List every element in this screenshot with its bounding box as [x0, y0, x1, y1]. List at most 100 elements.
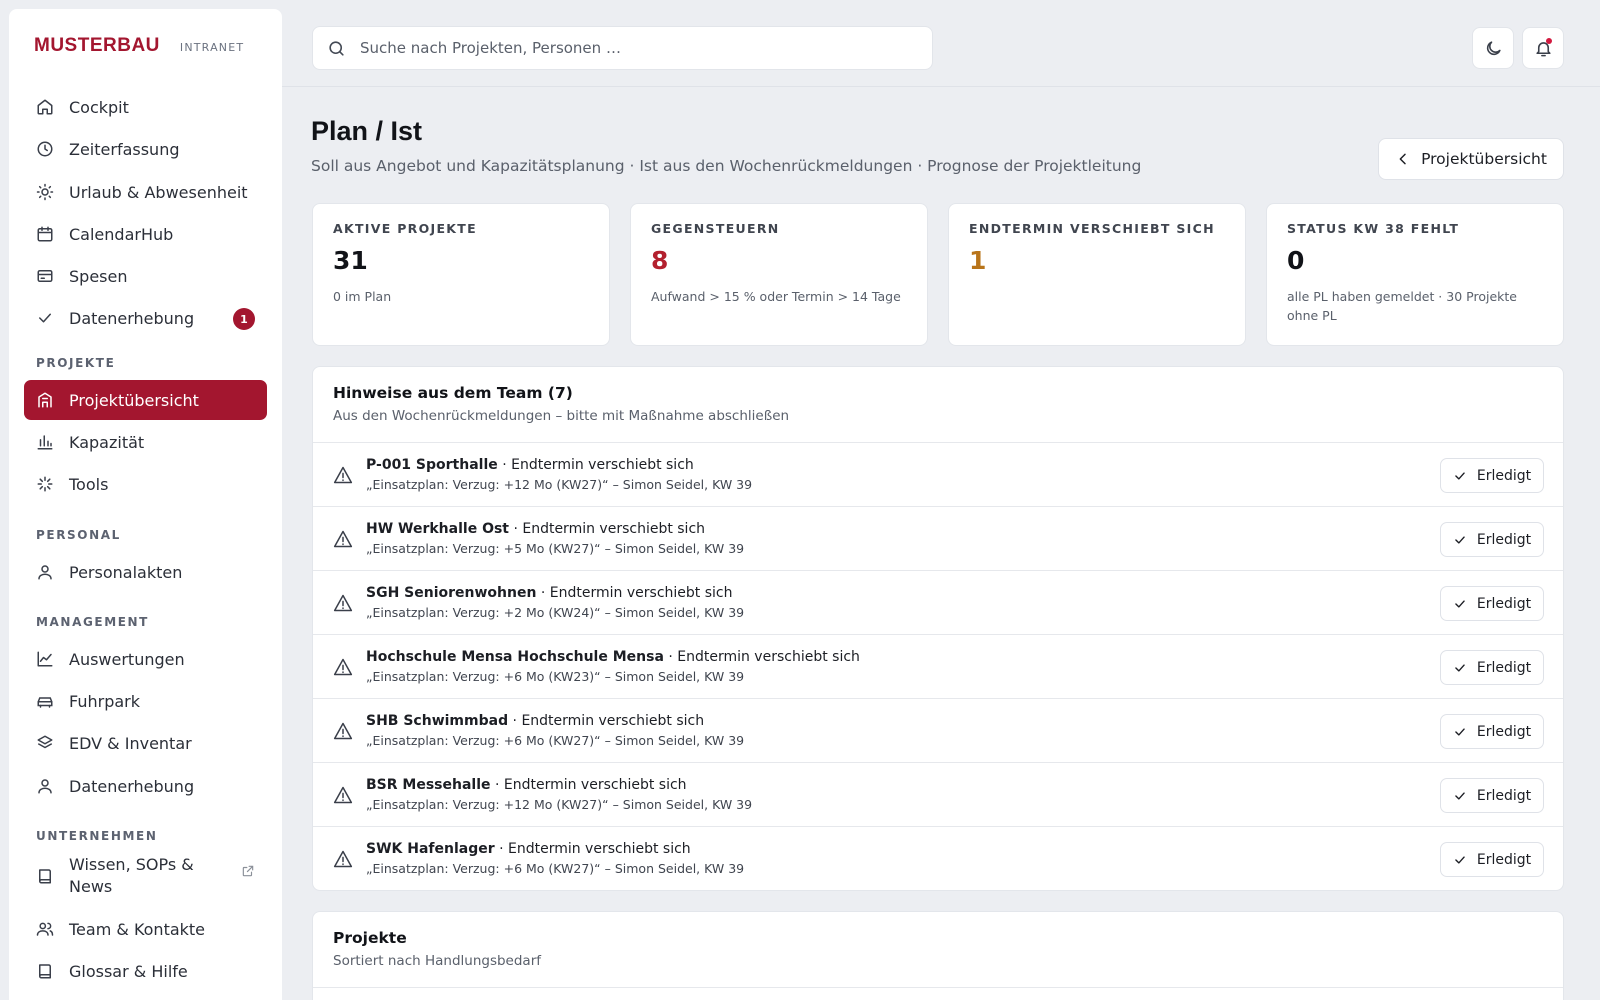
hint-note: „Einsatzplan: Verzug: +2 Mo (KW24)“ – Si…: [366, 605, 745, 620]
sidebar-item-label: Personalakten: [69, 562, 183, 582]
car-icon: [36, 692, 54, 710]
brand[interactable]: MUSTERBAU INTRANET: [34, 35, 244, 57]
sidebar-item-spesen[interactable]: Spesen: [24, 256, 267, 296]
notification-badge: 1: [233, 308, 255, 330]
sidebar-item-wissen[interactable]: Wissen, SOPs & News: [24, 850, 267, 902]
moon-icon: [1484, 39, 1503, 58]
done-button-label: Erledigt: [1476, 787, 1532, 804]
sidebar-item-label: Spesen: [69, 266, 128, 286]
sidebar-item-glossar[interactable]: Glossar & Hilfe: [24, 951, 267, 991]
done-button[interactable]: Erledigt: [1440, 586, 1544, 621]
sidebar-item-label: Wissen, SOPs & News: [69, 855, 194, 896]
warning-icon: [333, 721, 353, 741]
sidebar-item-label: CalendarHub: [69, 224, 174, 244]
home-icon: [36, 98, 54, 116]
projects-panel: Projekte Sortiert nach Handlungsbedarf: [312, 911, 1564, 1000]
done-button[interactable]: Erledigt: [1440, 522, 1544, 557]
user-icon: [36, 777, 54, 795]
hint-headline: SWK Hafenlager · Endtermin verschiebt si…: [366, 841, 691, 857]
sidebar-item-projektuebersicht[interactable]: Projektübersicht: [24, 380, 267, 420]
sidebar-item-datenerhebung[interactable]: Datenerhebung 1: [24, 298, 267, 338]
divider: [313, 987, 1563, 988]
warning-icon: [333, 785, 353, 805]
list-item: SGH Seniorenwohnen · Endtermin verschieb…: [313, 570, 1563, 634]
sidebar-item-tools[interactable]: Tools: [24, 464, 267, 504]
sidebar-item-cockpit[interactable]: Cockpit: [24, 87, 267, 127]
brand-tag: INTRANET: [179, 41, 245, 54]
search-icon: [327, 39, 346, 58]
team-hints-panel: Hinweise aus dem Team (7) Aus den Wochen…: [312, 366, 1564, 891]
kpi-value: 31: [333, 246, 368, 275]
list-item: BSR Messehalle · Endtermin verschiebt si…: [313, 762, 1563, 826]
hint-project[interactable]: SWK Hafenlager: [366, 841, 495, 857]
list-item: SHB Schwimmbad · Endtermin verschiebt si…: [313, 698, 1563, 762]
warning-icon: [333, 465, 353, 485]
list-item: SWK Hafenlager · Endtermin verschiebt si…: [313, 826, 1563, 890]
theme-toggle-button[interactable]: [1472, 27, 1514, 69]
sun-icon: [36, 183, 54, 201]
warning-icon: [333, 657, 353, 677]
sidebar-item-auswertungen[interactable]: Auswertungen: [24, 639, 267, 679]
hint-note: „Einsatzplan: Verzug: +5 Mo (KW27)“ – Si…: [366, 541, 745, 556]
hint-note: „Einsatzplan: Verzug: +6 Mo (KW23)“ – Si…: [366, 669, 745, 684]
hint-project[interactable]: SGH Seniorenwohnen: [366, 585, 536, 601]
kpi-value: 1: [969, 246, 987, 275]
sidebar-item-label: Tools: [69, 474, 109, 494]
user-icon: [36, 563, 54, 581]
check-icon: [36, 309, 54, 327]
kpi-note: Aufwand > 15 % oder Termin > 14 Tage: [651, 289, 901, 304]
notifications-button[interactable]: [1522, 27, 1564, 69]
done-button-label: Erledigt: [1476, 595, 1532, 612]
hint-note: „Einsatzplan: Verzug: +6 Mo (KW27)“ – Si…: [366, 733, 745, 748]
sidebar-item-personalakten[interactable]: Personalakten: [24, 552, 267, 592]
check-icon: [1453, 725, 1467, 739]
warning-icon: [333, 593, 353, 613]
hint-project[interactable]: HW Werkhalle Ost: [366, 521, 509, 537]
hint-project[interactable]: BSR Messehalle: [366, 777, 491, 793]
sidebar-item-zeiterfassung[interactable]: Zeiterfassung: [24, 129, 267, 169]
kpi-label: AKTIVE PROJEKTE: [333, 221, 477, 236]
sidebar-item-datenerhebung-mgmt[interactable]: Datenerhebung: [24, 766, 267, 806]
done-button[interactable]: Erledigt: [1440, 714, 1544, 749]
hint-status: · Endtermin verschiebt sich: [536, 585, 733, 601]
search-bar[interactable]: [312, 26, 933, 70]
sidebar-item-kapazitaet[interactable]: Kapazität: [24, 422, 267, 462]
panel-title: Projekte: [333, 929, 407, 947]
hint-headline: SHB Schwimmbad · Endtermin verschiebt si…: [366, 713, 704, 729]
sidebar-item-calendarhub[interactable]: CalendarHub: [24, 214, 267, 254]
hint-status: · Endtermin verschiebt sich: [497, 457, 694, 473]
sidebar-item-fuhrpark[interactable]: Fuhrpark: [24, 681, 267, 721]
sidebar-item-team[interactable]: Team & Kontakte: [24, 909, 267, 949]
sidebar-item-label: Glossar & Hilfe: [69, 961, 188, 981]
external-link-icon: [241, 862, 255, 877]
done-button[interactable]: Erledigt: [1440, 842, 1544, 877]
page-title: Plan / Ist: [311, 116, 423, 146]
panel-title: Hinweise aus dem Team (7): [333, 384, 573, 402]
back-to-overview-button[interactable]: Projektübersicht: [1378, 138, 1564, 180]
hint-project[interactable]: SHB Schwimmbad: [366, 713, 508, 729]
done-button[interactable]: Erledigt: [1440, 778, 1544, 813]
hint-status: · Endtermin verschiebt sich: [494, 841, 691, 857]
hint-status: · Endtermin verschiebt sich: [508, 713, 705, 729]
sidebar-item-label: Datenerhebung: [69, 308, 195, 328]
section-label-management: MANAGEMENT: [36, 615, 149, 629]
list-item: HW Werkhalle Ost · Endtermin verschiebt …: [313, 506, 1563, 570]
sidebar-item-edv[interactable]: EDV & Inventar: [24, 723, 267, 763]
bar-chart-icon: [36, 433, 54, 451]
sidebar-item-label: Kapazität: [69, 432, 145, 452]
sidebar-item-urlaub[interactable]: Urlaub & Abwesenheit: [24, 172, 267, 212]
done-button[interactable]: Erledigt: [1440, 650, 1544, 685]
sidebar-item-label: Projektübersicht: [69, 390, 199, 410]
sidebar-item-label: Fuhrpark: [69, 691, 140, 711]
done-button[interactable]: Erledigt: [1440, 458, 1544, 493]
sidebar-item-label: Cockpit: [69, 97, 129, 117]
layers-icon: [36, 734, 54, 752]
hint-headline: HW Werkhalle Ost · Endtermin verschiebt …: [366, 521, 705, 537]
hint-project[interactable]: Hochschule Mensa Hochschule Mensa: [366, 649, 664, 665]
page-subtitle: Soll aus Angebot und Kapazitätsplanung ·…: [311, 157, 1142, 175]
hint-project[interactable]: P-001 Sporthalle: [366, 457, 498, 473]
calendar-icon: [36, 225, 54, 243]
search-input[interactable]: [360, 39, 880, 57]
list-item: P-001 Sporthalle · Endtermin verschiebt …: [313, 442, 1563, 506]
building-icon: [36, 391, 54, 409]
